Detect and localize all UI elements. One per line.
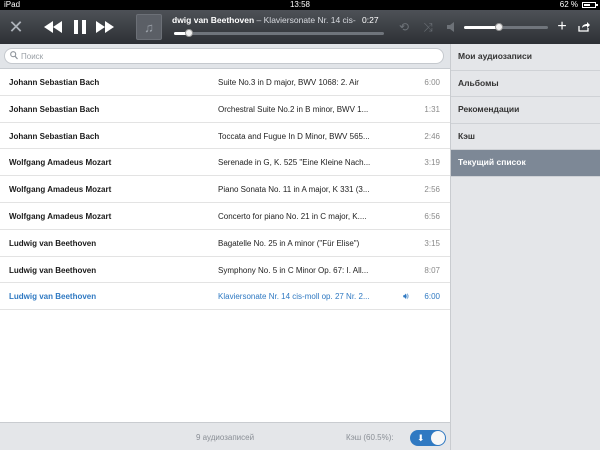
- sidebar-item-4[interactable]: Текущий список: [451, 150, 600, 177]
- toggle-knob: [431, 431, 445, 445]
- sidebar-item-0[interactable]: Мои аудиозаписи: [451, 44, 600, 71]
- search-input[interactable]: [21, 50, 431, 62]
- track-row[interactable]: Wolfgang Amadeus Mozart Concerto for pian…: [0, 203, 450, 230]
- track-artist: Ludwig van Beethoven: [9, 292, 97, 302]
- track-duration: 6:00: [424, 292, 440, 302]
- add-icon[interactable]: +: [553, 10, 571, 44]
- track-row[interactable]: Johann Sebastian Bach Suite No.3 in D maj…: [0, 69, 450, 96]
- track-artist: Johann Sebastian Bach: [9, 78, 100, 87]
- track-duration: 6:56: [424, 211, 440, 221]
- track-duration: 2:56: [424, 185, 440, 195]
- track-title: Concerto for piano No. 21 in C major, K.…: [218, 211, 367, 221]
- track-row[interactable]: Ludwig van Beethoven Bagatelle No. 25 in …: [0, 230, 450, 257]
- track-artist: Wolfgang Amadeus Mozart: [9, 158, 112, 168]
- search-bar: [0, 44, 450, 69]
- track-title: Klaviersonate Nr. 14 cis-moll op. 27 Nr.…: [218, 292, 370, 302]
- footer-bar: 9 аудиозаписей Кэш (60.5%): ⬇: [0, 422, 450, 450]
- progress-slider[interactable]: [174, 29, 384, 37]
- track-title: Bagatelle No. 25 in A minor ("Für Elise"…: [218, 238, 360, 248]
- track-title: Serenade in G, K. 525 "Eine Kleine Nach.…: [218, 158, 371, 168]
- sidebar-list: Мои аудиозаписи Альбомы Рекомендации Кэш Тек…: [451, 44, 600, 177]
- pause-icon[interactable]: [70, 10, 90, 44]
- music-note-icon: ♫: [136, 14, 162, 40]
- track-artist: Johann Sebastian Bach: [9, 131, 100, 141]
- volume-fill: [464, 26, 500, 29]
- cache-toggle[interactable]: ⬇: [410, 430, 446, 446]
- search-field[interactable]: [4, 48, 444, 64]
- battery-tip: [596, 4, 598, 6]
- track-row[interactable]: Ludwig van Beethoven Symphony No. 5 in C …: [0, 257, 450, 284]
- track-title: Toccata and Fugue In D Minor, BWV 565...: [218, 131, 370, 141]
- sidebar-item-1[interactable]: Альбомы: [451, 71, 600, 98]
- track-duration: 3:15: [424, 238, 440, 248]
- download-icon: ⬇: [417, 433, 425, 443]
- track-row[interactable]: Johann Sebastian Bach Toccata and Fugue I…: [0, 123, 450, 150]
- now-playing-title: – Klaviersonate Nr. 14 cis-: [254, 15, 356, 25]
- track-row[interactable]: Wolfgang Amadeus Mozart Serenade in G, K.…: [0, 149, 450, 177]
- battery-fill: [584, 4, 591, 6]
- speaker-icon: [444, 10, 460, 44]
- track-list: Johann Sebastian Bach Suite No.3 in D maj…: [0, 69, 450, 311]
- now-playing-info: dwig van Beethoven – Klaviersonate Nr. 1…: [172, 15, 382, 25]
- track-title: Orchestral Suite No.2 in B minor, BWV 1.…: [218, 104, 369, 114]
- progress-knob[interactable]: [184, 29, 193, 37]
- status-time: 13:58: [289, 0, 311, 9]
- volume-slider[interactable]: [464, 23, 548, 31]
- track-row[interactable]: Johann Sebastian Bach Orchestral Suite No…: [0, 96, 450, 123]
- previous-track-icon[interactable]: [42, 10, 64, 44]
- track-title: Piano Sonata No. 11 in A major, K 331 (3…: [218, 185, 370, 195]
- now-playing-artist: dwig van Beethoven: [172, 15, 255, 25]
- battery-percent: 62 %: [559, 0, 578, 9]
- track-duration: 1:31: [424, 104, 440, 114]
- search-icon: [10, 51, 18, 61]
- track-duration: 6:00: [424, 78, 440, 87]
- track-artist: Wolfgang Amadeus Mozart: [9, 185, 112, 195]
- track-row[interactable]: Wolfgang Amadeus Mozart Piano Sonata No. …: [0, 176, 450, 203]
- track-title: Suite No.3 in D major, BWV 1068: 2. Air: [218, 78, 359, 87]
- sidebar-item-2[interactable]: Рекомендации: [451, 97, 600, 124]
- now-playing-speaker-icon: 🔊︎: [403, 291, 409, 302]
- close-icon[interactable]: ✕: [6, 10, 26, 44]
- repeat-icon[interactable]: ⟲: [394, 10, 414, 44]
- shuffle-icon[interactable]: ⤨: [418, 10, 438, 44]
- share-icon[interactable]: [574, 10, 594, 44]
- elapsed-time: 0:27: [362, 15, 379, 25]
- track-row-current[interactable]: Ludwig van Beethoven Klaviersonate Nr. 14…: [0, 283, 450, 311]
- cache-label: Кэш (60.5%):: [346, 433, 394, 442]
- track-artist: Wolfgang Amadeus Mozart: [9, 211, 112, 221]
- sidebar: Мои аудиозаписи Альбомы Рекомендации Кэш Тек…: [450, 44, 600, 450]
- sidebar-item-3[interactable]: Кэш: [451, 124, 600, 151]
- next-track-icon[interactable]: [94, 10, 116, 44]
- battery-icon: [582, 2, 598, 8]
- track-duration: 8:07: [424, 265, 440, 275]
- track-list-panel: Johann Sebastian Bach Suite No.3 in D maj…: [0, 44, 450, 422]
- track-duration: 3:19: [424, 158, 440, 168]
- volume-knob[interactable]: [495, 23, 504, 31]
- player-toolbar: ✕ ♫ dwig van Beethoven – Klaviersonate N…: [0, 10, 600, 44]
- status-bar: iPad 13:58 62 %: [0, 0, 600, 10]
- track-artist: Ludwig van Beethoven: [9, 238, 97, 248]
- track-artist: Johann Sebastian Bach: [9, 104, 100, 114]
- track-title: Symphony No. 5 in C Minor Op. 67: I. All…: [218, 265, 369, 275]
- track-duration: 2:46: [424, 131, 440, 141]
- track-artist: Ludwig van Beethoven: [9, 265, 97, 275]
